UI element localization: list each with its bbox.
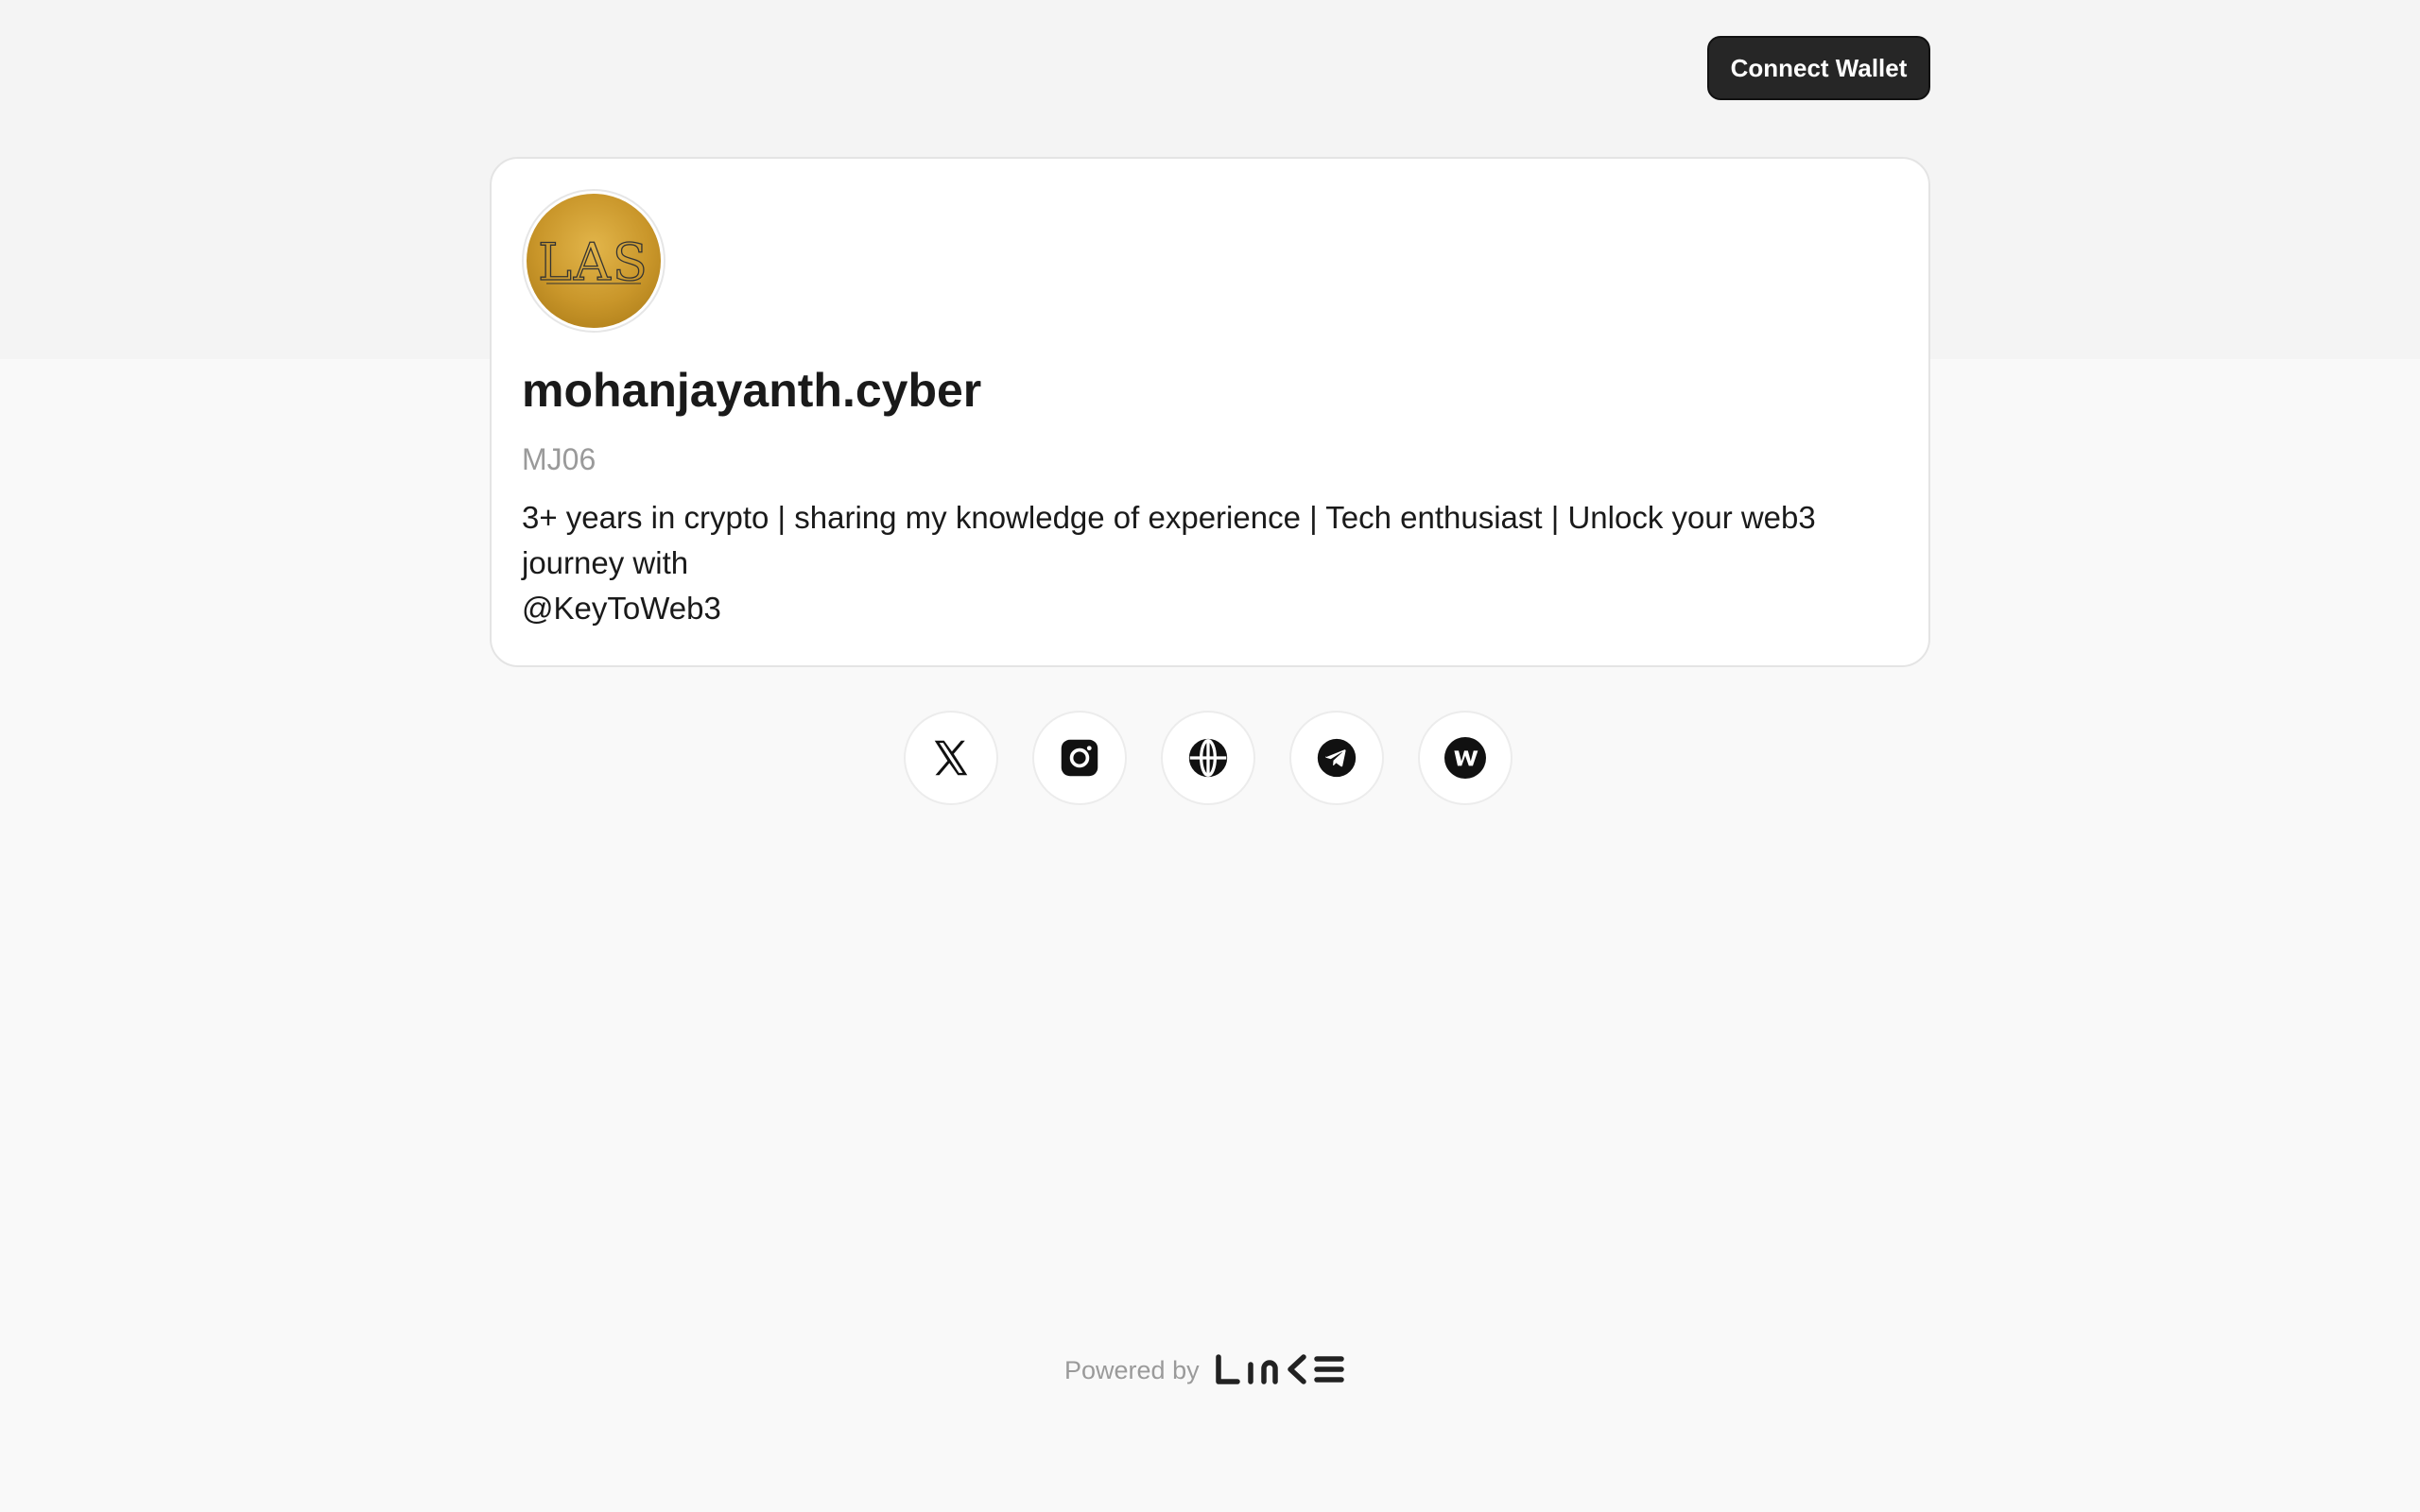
linke-logo[interactable]: LINKE <box>1213 1353 1353 1387</box>
website-link-button[interactable] <box>1161 711 1255 805</box>
social-links <box>904 711 1512 805</box>
warpcast-icon <box>1444 737 1486 779</box>
x-link-button[interactable] <box>904 711 998 805</box>
telegram-link-button[interactable] <box>1289 711 1384 805</box>
bio-line: journey with <box>522 545 689 580</box>
profile-handle: MJ06 <box>522 442 596 476</box>
profile-name: mohanjayanth.cyber <box>522 364 982 417</box>
footer: Powered by LINKE <box>1064 1353 1353 1387</box>
powered-by-label: Powered by <box>1064 1355 1200 1384</box>
profile-bio: 3+ years in crypto | sharing my knowledg… <box>522 495 1902 631</box>
globe-icon <box>1188 738 1228 778</box>
instagram-icon <box>1061 739 1098 777</box>
connect-wallet-button[interactable]: Connect Wallet <box>1707 36 1930 100</box>
linke-logo-icon <box>1215 1354 1344 1384</box>
bio-line: 3+ years in crypto | sharing my knowledg… <box>522 500 1816 535</box>
telegram-icon <box>1317 738 1357 778</box>
warpcast-link-button[interactable] <box>1418 711 1512 805</box>
x-icon <box>934 740 968 776</box>
avatar-logo-icon: LAS <box>527 194 661 328</box>
avatar: LAS <box>522 189 666 333</box>
bio-line: @KeyToWeb3 <box>522 591 721 626</box>
profile-card: LAS mohanjayanth.cyber MJ06 3+ years in … <box>490 157 1930 667</box>
instagram-link-button[interactable] <box>1032 711 1127 805</box>
